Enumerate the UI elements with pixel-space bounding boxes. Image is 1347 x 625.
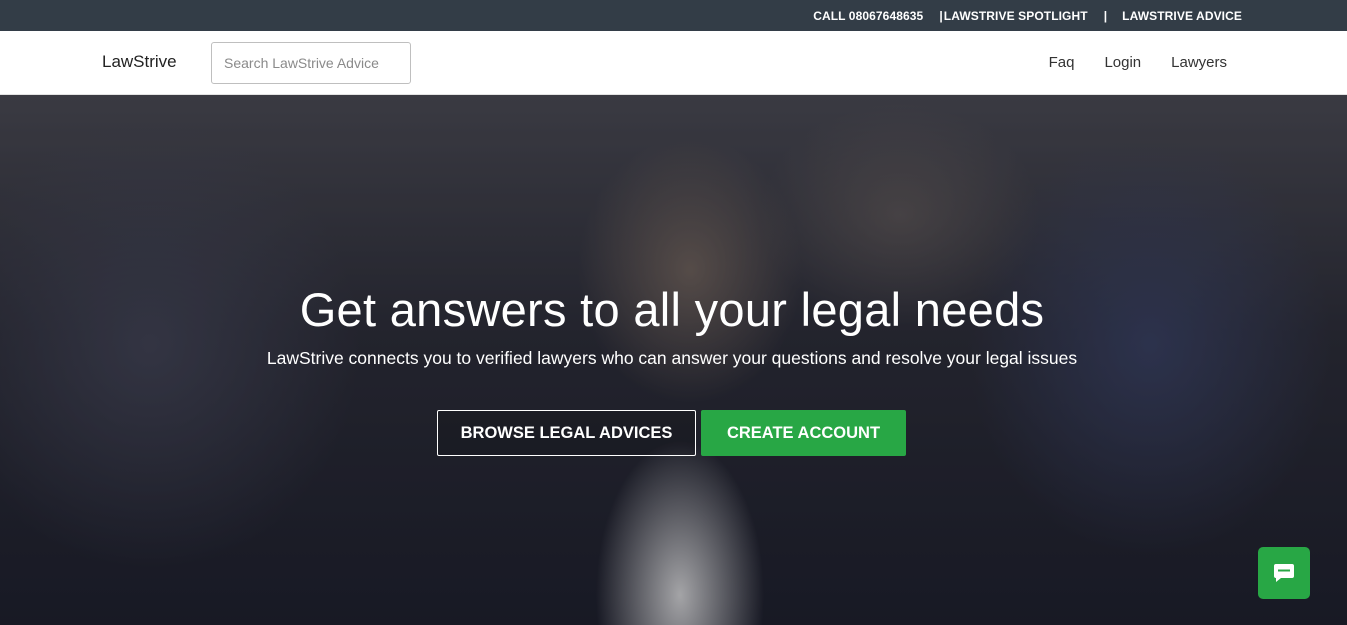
call-link[interactable]: CALL 08067648635 [813,9,923,23]
search-input[interactable] [211,42,411,84]
nav-link-faq[interactable]: Faq [1049,54,1075,71]
chat-widget-button[interactable] [1258,547,1310,599]
create-account-button[interactable]: CREATE ACCOUNT [701,410,906,456]
navbar: LawStrive Faq Login Lawyers [0,31,1347,95]
hero-content: Get answers to all your legal needs LawS… [0,95,1347,625]
hero-title: Get answers to all your legal needs [299,283,1045,336]
top-bar-links: CALL 08067648635 | LAWSTRIVE SPOTLIGHT |… [813,0,1242,31]
top-bar: CALL 08067648635 | LAWSTRIVE SPOTLIGHT |… [0,0,1347,31]
nav-links: Faq Login Lawyers [1019,31,1227,94]
nav-link-lawyers[interactable]: Lawyers [1171,54,1227,71]
top-bar-separator: | [1103,8,1108,23]
brand-logo[interactable]: LawStrive [102,52,177,72]
hero-subtitle: LawStrive connects you to verified lawye… [266,348,1078,368]
browse-legal-advices-button[interactable]: BROWSE LEGAL ADVICES [437,410,696,456]
advice-link[interactable]: LAWSTRIVE ADVICE [1122,9,1242,23]
nav-link-login[interactable]: Login [1104,54,1141,71]
spotlight-link[interactable]: LAWSTRIVE SPOTLIGHT [944,9,1088,23]
chat-bubble-icon [1274,564,1294,582]
top-bar-separator: | [939,8,943,23]
hero-section: Get answers to all your legal needs LawS… [0,95,1347,625]
